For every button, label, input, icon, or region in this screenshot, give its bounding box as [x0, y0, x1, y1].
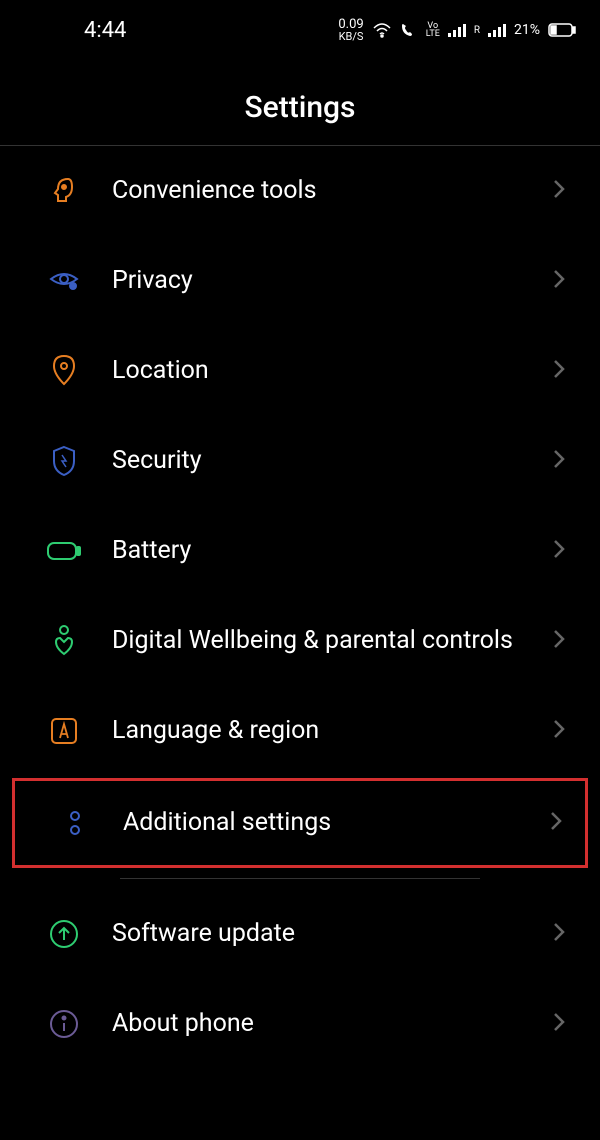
roaming-icon: R: [474, 25, 480, 36]
signal-icon-1: [448, 23, 466, 37]
battery-icon: [46, 533, 82, 569]
page-header: Settings: [0, 60, 600, 146]
item-label: Additional settings: [123, 807, 549, 840]
item-label: Privacy: [112, 265, 552, 298]
chevron-right-icon: [552, 268, 566, 294]
chevron-right-icon: [552, 448, 566, 474]
status-indicators: 0.09 KB/S VoLTE R: [338, 18, 576, 42]
settings-list: Convenience tools Privacy Location: [0, 146, 600, 1069]
status-bar: 4:44 0.09 KB/S VoLTE: [0, 0, 600, 60]
chevron-right-icon: [552, 178, 566, 204]
divider: [120, 878, 480, 879]
item-label: About phone: [112, 1008, 552, 1041]
settings-item-software-update[interactable]: Software update: [0, 889, 600, 979]
privacy-icon: [46, 263, 82, 299]
chevron-right-icon: [549, 810, 563, 836]
language-icon: [46, 713, 82, 749]
chevron-right-icon: [552, 1011, 566, 1037]
chevron-right-icon: [552, 628, 566, 654]
info-icon: [46, 1006, 82, 1042]
page-title: Settings: [0, 90, 600, 125]
item-label: Software update: [112, 918, 552, 951]
chevron-right-icon: [552, 718, 566, 744]
data-speed: 0.09 KB/S: [338, 18, 363, 42]
call-icon: [400, 22, 418, 38]
location-icon: [46, 353, 82, 389]
item-label: Security: [112, 445, 552, 478]
dots-icon: [57, 805, 93, 841]
item-label: Battery: [112, 535, 552, 568]
chevron-right-icon: [552, 921, 566, 947]
chevron-right-icon: [552, 538, 566, 564]
chevron-right-icon: [552, 358, 566, 384]
item-label: Language & region: [112, 715, 552, 748]
status-time: 4:44: [84, 18, 126, 43]
volte-icon: VoLTE: [426, 22, 440, 38]
item-label: Convenience tools: [112, 175, 552, 208]
signal-icon-2: [488, 23, 506, 37]
settings-item-digital-wellbeing[interactable]: Digital Wellbeing & parental controls: [0, 596, 600, 686]
head-icon: [46, 173, 82, 209]
shield-icon: [46, 443, 82, 479]
wifi-icon: [372, 22, 392, 38]
wellbeing-icon: [46, 623, 82, 659]
update-icon: [46, 916, 82, 952]
settings-item-security[interactable]: Security: [0, 416, 600, 506]
battery-icon: [548, 23, 576, 37]
settings-item-battery[interactable]: Battery: [0, 506, 600, 596]
settings-item-additional-settings[interactable]: Additional settings: [12, 778, 588, 868]
settings-item-language-region[interactable]: Language & region: [0, 686, 600, 776]
item-label: Digital Wellbeing & parental controls: [112, 625, 552, 658]
settings-item-privacy[interactable]: Privacy: [0, 236, 600, 326]
item-label: Location: [112, 355, 552, 388]
settings-item-location[interactable]: Location: [0, 326, 600, 416]
settings-item-about-phone[interactable]: About phone: [0, 979, 600, 1069]
settings-item-convenience-tools[interactable]: Convenience tools: [0, 146, 600, 236]
battery-percent: 21%: [514, 22, 540, 38]
